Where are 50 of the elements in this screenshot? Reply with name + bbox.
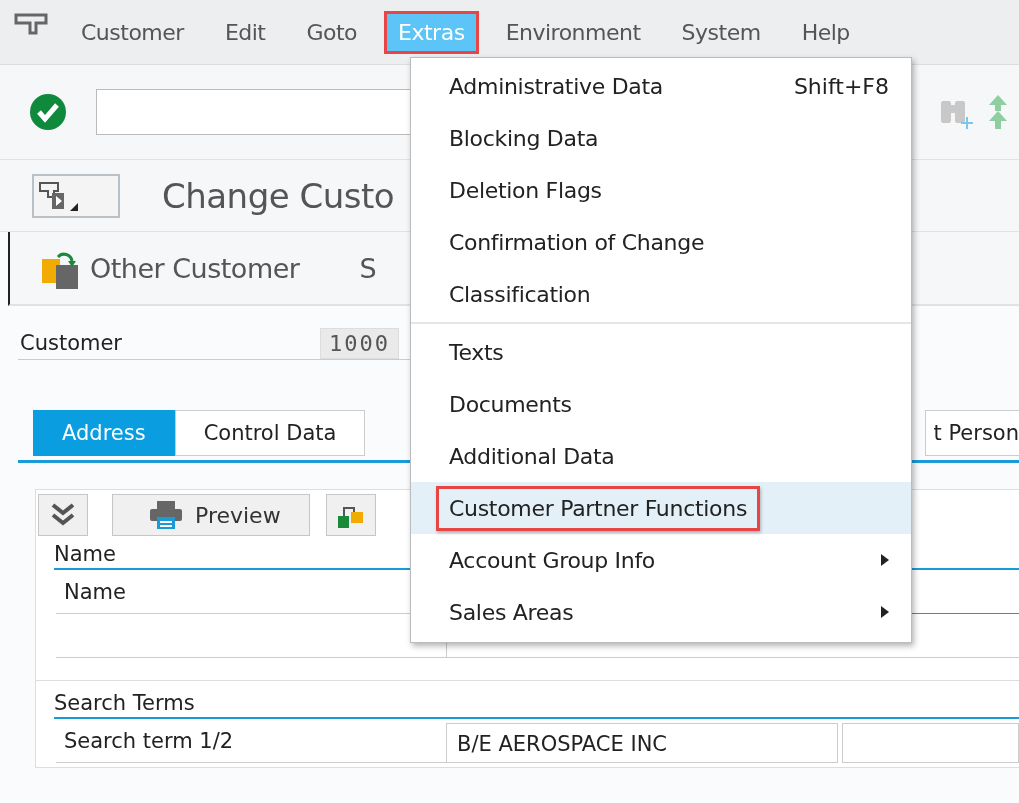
- layout-menu-button[interactable]: [32, 173, 120, 218]
- menu-item[interactable]: Administrative Data Shift+F8: [411, 60, 911, 112]
- menu-bar-item[interactable]: Help: [790, 13, 861, 51]
- menu-icon[interactable]: [14, 13, 48, 37]
- printer-icon: [149, 500, 183, 530]
- menu-item[interactable]: Blocking Data: [411, 112, 911, 164]
- menu-item[interactable]: Documents: [411, 378, 911, 430]
- menu-item-label: Blocking Data: [448, 124, 600, 153]
- menu-item[interactable]: Classification: [411, 268, 911, 320]
- menu-item[interactable]: Sales Areas: [411, 586, 911, 638]
- hierarchy-button[interactable]: [325, 494, 376, 536]
- double-chevron-icon: [50, 502, 76, 528]
- collapse-button[interactable]: [38, 494, 88, 536]
- field-label: Search term 1/2: [64, 729, 234, 753]
- check-icon[interactable]: [28, 92, 68, 132]
- customer-field[interactable]: 1000: [320, 328, 399, 359]
- menu-item[interactable]: Confirmation of Change: [411, 216, 911, 268]
- menu-item[interactable]: Deletion Flags: [411, 164, 911, 216]
- preview-button[interactable]: Preview: [112, 494, 310, 536]
- menu-item-label: Confirmation of Change: [448, 228, 706, 257]
- menu-bar-item[interactable]: System: [670, 13, 772, 51]
- layout-icon: [38, 180, 78, 211]
- menu-bar-item[interactable]: Environment: [494, 13, 652, 51]
- menu-item-label: Texts: [448, 338, 505, 367]
- menu-bar-item[interactable]: Goto: [295, 13, 369, 51]
- submenu-arrow-icon: [881, 554, 889, 566]
- menu-item-label: Classification: [448, 280, 592, 309]
- input-field[interactable]: B/E AEROSPACE INC: [446, 723, 838, 763]
- menu-bar-item[interactable]: Edit: [213, 13, 277, 51]
- menu-item[interactable]: Texts: [411, 326, 911, 378]
- menu-item-label: Sales Areas: [448, 598, 575, 627]
- field-label: Name: [64, 580, 126, 604]
- menu-item-label: Documents: [448, 390, 573, 419]
- input-field[interactable]: [842, 723, 1019, 763]
- toolbar-button[interactable]: S: [359, 252, 377, 284]
- menu-item[interactable]: Customer Partner Functions: [411, 482, 911, 534]
- tab[interactable]: t Person: [924, 410, 1019, 456]
- screen-title: Change Custo: [162, 175, 395, 216]
- menu-item-label: Deletion Flags: [448, 176, 603, 205]
- menu-item-label: Customer Partner Functions: [436, 485, 761, 531]
- customer-label: Customer: [19, 331, 123, 357]
- menu-item-label: Additional Data: [448, 442, 616, 471]
- menu-bar-item[interactable]: Customer: [70, 13, 195, 51]
- section-title: Search Terms: [54, 689, 1019, 719]
- shortcut-label: Shift+F8: [793, 73, 889, 99]
- other-customer-button[interactable]: Other Customer: [42, 247, 300, 289]
- menu-item[interactable]: Additional Data: [411, 430, 911, 482]
- tab[interactable]: Control Data: [174, 410, 366, 456]
- menu-item-label: Administrative Data: [448, 72, 664, 101]
- submenu-arrow-icon: [881, 606, 889, 618]
